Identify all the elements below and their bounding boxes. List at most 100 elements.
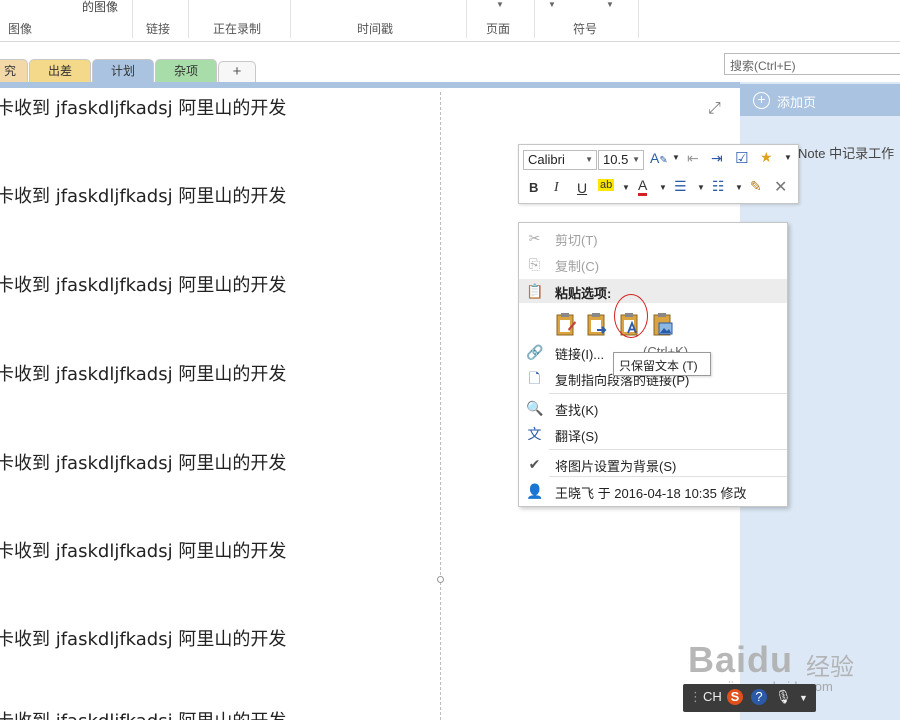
tag-star-icon[interactable]: ★ bbox=[760, 149, 773, 166]
checkbox-tag-icon[interactable]: ☑ bbox=[735, 149, 748, 167]
font-color-icon[interactable]: A bbox=[638, 178, 648, 196]
chevron-down-icon: ▼ bbox=[585, 155, 593, 164]
menu-separator bbox=[549, 393, 787, 394]
ribbon-group-recording: 正在录制 bbox=[213, 22, 262, 36]
numbering-icon[interactable]: ☷ bbox=[712, 178, 725, 195]
font-size-value: 10.5 bbox=[603, 152, 629, 167]
help-icon[interactable]: ? bbox=[751, 689, 767, 705]
paste-options-header: 📋 粘贴选项: bbox=[519, 279, 787, 303]
menu-item-copy[interactable]: ⎘ 复制(C) bbox=[519, 252, 787, 276]
search-input[interactable]: 搜索(Ctrl+E) bbox=[724, 53, 900, 75]
paste-keep-formatting-icon[interactable] bbox=[555, 311, 577, 337]
bullets-icon[interactable]: ☰ bbox=[674, 178, 687, 195]
ribbon-divider bbox=[638, 0, 639, 38]
ribbon-divider bbox=[534, 0, 535, 38]
container-border bbox=[440, 92, 441, 720]
menu-item-find[interactable]: 🔍 查找(K) bbox=[519, 396, 787, 420]
chevron-down-icon[interactable]: ▼ bbox=[606, 0, 614, 9]
note-line[interactable]: 卡收到 jfaskdljfkadsj 阿里山的开发 bbox=[0, 271, 286, 297]
chevron-down-icon[interactable]: ▼ bbox=[799, 693, 808, 703]
clear-format-icon[interactable]: ✕ bbox=[774, 177, 787, 197]
chevron-down-icon: ▼ bbox=[632, 155, 640, 164]
bold-button[interactable]: B bbox=[529, 180, 538, 195]
chevron-down-icon[interactable]: ▼ bbox=[672, 153, 680, 162]
ribbon-group-images: 图像 bbox=[8, 22, 33, 36]
scissors-icon: ✂ bbox=[528, 230, 541, 246]
note-line[interactable]: 卡收到 jfaskdljfkadsj 阿里山的开发 bbox=[0, 707, 286, 720]
paste-as-picture-icon[interactable] bbox=[652, 311, 674, 337]
chevron-down-icon[interactable]: ▼ bbox=[784, 153, 792, 162]
note-line[interactable]: 卡收到 jfaskdljfkadsj 阿里山的开发 bbox=[0, 449, 286, 475]
resize-handle[interactable] bbox=[437, 576, 444, 583]
chevron-down-icon[interactable]: ▼ bbox=[496, 0, 504, 9]
grip-icon[interactable]: ⋮ bbox=[689, 689, 702, 705]
note-line[interactable]: 卡收到 jfaskdljfkadsj 阿里山的开发 bbox=[0, 537, 286, 563]
menu-separator bbox=[549, 449, 787, 450]
chevron-down-icon[interactable]: ▼ bbox=[622, 183, 630, 192]
note-line[interactable]: 卡收到 jfaskdljfkadsj 阿里山的开发 bbox=[0, 182, 286, 208]
note-line[interactable]: 卡收到 jfaskdljfkadsj 阿里山的开发 bbox=[0, 625, 286, 651]
sogou-icon[interactable]: S bbox=[727, 689, 743, 705]
font-size-select[interactable]: 10.5 ▼ bbox=[598, 150, 644, 170]
menu-item-label: 翻译(S) bbox=[555, 429, 599, 444]
tab-misc[interactable]: 杂项 bbox=[155, 59, 217, 83]
menu-item-cut[interactable]: ✂ 剪切(T) bbox=[519, 226, 787, 250]
note-line[interactable]: 卡收到 jfaskdljfkadsj 阿里山的开发 bbox=[0, 94, 286, 120]
menu-item-set-background[interactable]: ✔ 将图片设置为背景(S) bbox=[519, 452, 787, 476]
microphone-icon[interactable]: 🎙 bbox=[775, 689, 792, 705]
baidu-watermark: Baidu 经验 jingyan.baidu.com bbox=[688, 625, 858, 694]
menu-separator bbox=[549, 476, 787, 477]
expand-icon[interactable]: ⤢ bbox=[708, 100, 721, 118]
annotation-circle bbox=[614, 294, 648, 338]
clipboard-icon: 📋 bbox=[526, 283, 544, 299]
menu-item-label: 粘贴选项: bbox=[555, 286, 612, 301]
translate-icon: 文 bbox=[527, 426, 542, 442]
mini-toolbar: Calibri ▼ 10.5 ▼ A✎ ▼ ⇤ ⇥ ☑ ★ ▼ B I U ab… bbox=[518, 144, 799, 204]
ribbon: 的图像 ▼ ▼ ▼ 图像 链接 正在录制 时间戳 页面 符号 bbox=[0, 0, 900, 42]
copy-icon: ⎘ bbox=[528, 256, 541, 272]
highlight-icon[interactable]: ab bbox=[598, 179, 615, 191]
chevron-down-icon[interactable]: ▼ bbox=[659, 183, 667, 192]
menu-item-author: 👤 王晓飞 于 2016-04-18 10:35 修改 bbox=[519, 479, 787, 503]
menu-item-translate[interactable]: 文 翻译(S) bbox=[519, 422, 787, 446]
page-list-item[interactable]: Note 中记录工作 bbox=[798, 143, 894, 162]
format-painter-icon[interactable]: ✎ bbox=[750, 178, 762, 195]
watermark-brand: Baidu bbox=[688, 639, 794, 680]
decrease-indent-icon[interactable]: ⇤ bbox=[687, 150, 699, 167]
note-line[interactable]: 卡收到 jfaskdljfkadsj 阿里山的开发 bbox=[0, 360, 286, 386]
menu-item-label: 将图片设置为背景(S) bbox=[555, 459, 677, 474]
tab-plan[interactable]: 计划 bbox=[92, 59, 154, 83]
add-page-label: 添加页 bbox=[777, 95, 817, 110]
menu-item-label: 剪切(T) bbox=[555, 233, 598, 248]
menu-item-label: 查找(K) bbox=[555, 403, 599, 418]
chevron-down-icon[interactable]: ▼ bbox=[735, 183, 743, 192]
tab-travel[interactable]: 出差 bbox=[29, 59, 91, 83]
font-family-select[interactable]: Calibri ▼ bbox=[523, 150, 597, 170]
link-icon: 🔗 bbox=[526, 344, 544, 360]
checkmark-icon: ✔ bbox=[528, 456, 541, 472]
chevron-down-icon[interactable]: ▼ bbox=[697, 183, 705, 192]
search-icon: 🔍 bbox=[526, 400, 544, 416]
ime-toolbar: ⋮ CH S ? 🎙 ▼ bbox=[683, 684, 816, 712]
increase-indent-icon[interactable]: ⇥ bbox=[711, 150, 723, 167]
text-style-icon[interactable]: A✎ bbox=[650, 150, 668, 166]
add-page-button[interactable]: + 添加页 bbox=[740, 84, 900, 116]
chevron-down-icon[interactable]: ▼ bbox=[548, 0, 556, 9]
add-section-button[interactable]: + bbox=[218, 61, 256, 83]
ribbon-divider bbox=[290, 0, 291, 38]
user-icon: 👤 bbox=[526, 483, 544, 499]
menu-item-label: 王晓飞 于 2016-04-18 10:35 修改 bbox=[555, 486, 747, 501]
paste-merge-formatting-icon[interactable] bbox=[586, 311, 608, 337]
ribbon-group-symbols: 符号 bbox=[573, 22, 598, 36]
tab-research[interactable]: 究 bbox=[0, 59, 28, 83]
ribbon-divider bbox=[466, 0, 467, 38]
underline-button[interactable]: U bbox=[577, 180, 587, 196]
ribbon-group-pages: 页面 bbox=[486, 22, 511, 36]
ribbon-group-timestamp: 时间戳 bbox=[357, 22, 394, 36]
menu-item-label: 复制(C) bbox=[555, 259, 600, 274]
italic-button[interactable]: I bbox=[554, 180, 559, 196]
watermark-suffix: 经验 bbox=[806, 654, 854, 681]
ribbon-partial-label[interactable]: 的图像 bbox=[82, 0, 118, 15]
ime-mode[interactable]: CH bbox=[703, 689, 722, 704]
copy-link-icon: 🗋 bbox=[528, 370, 541, 386]
